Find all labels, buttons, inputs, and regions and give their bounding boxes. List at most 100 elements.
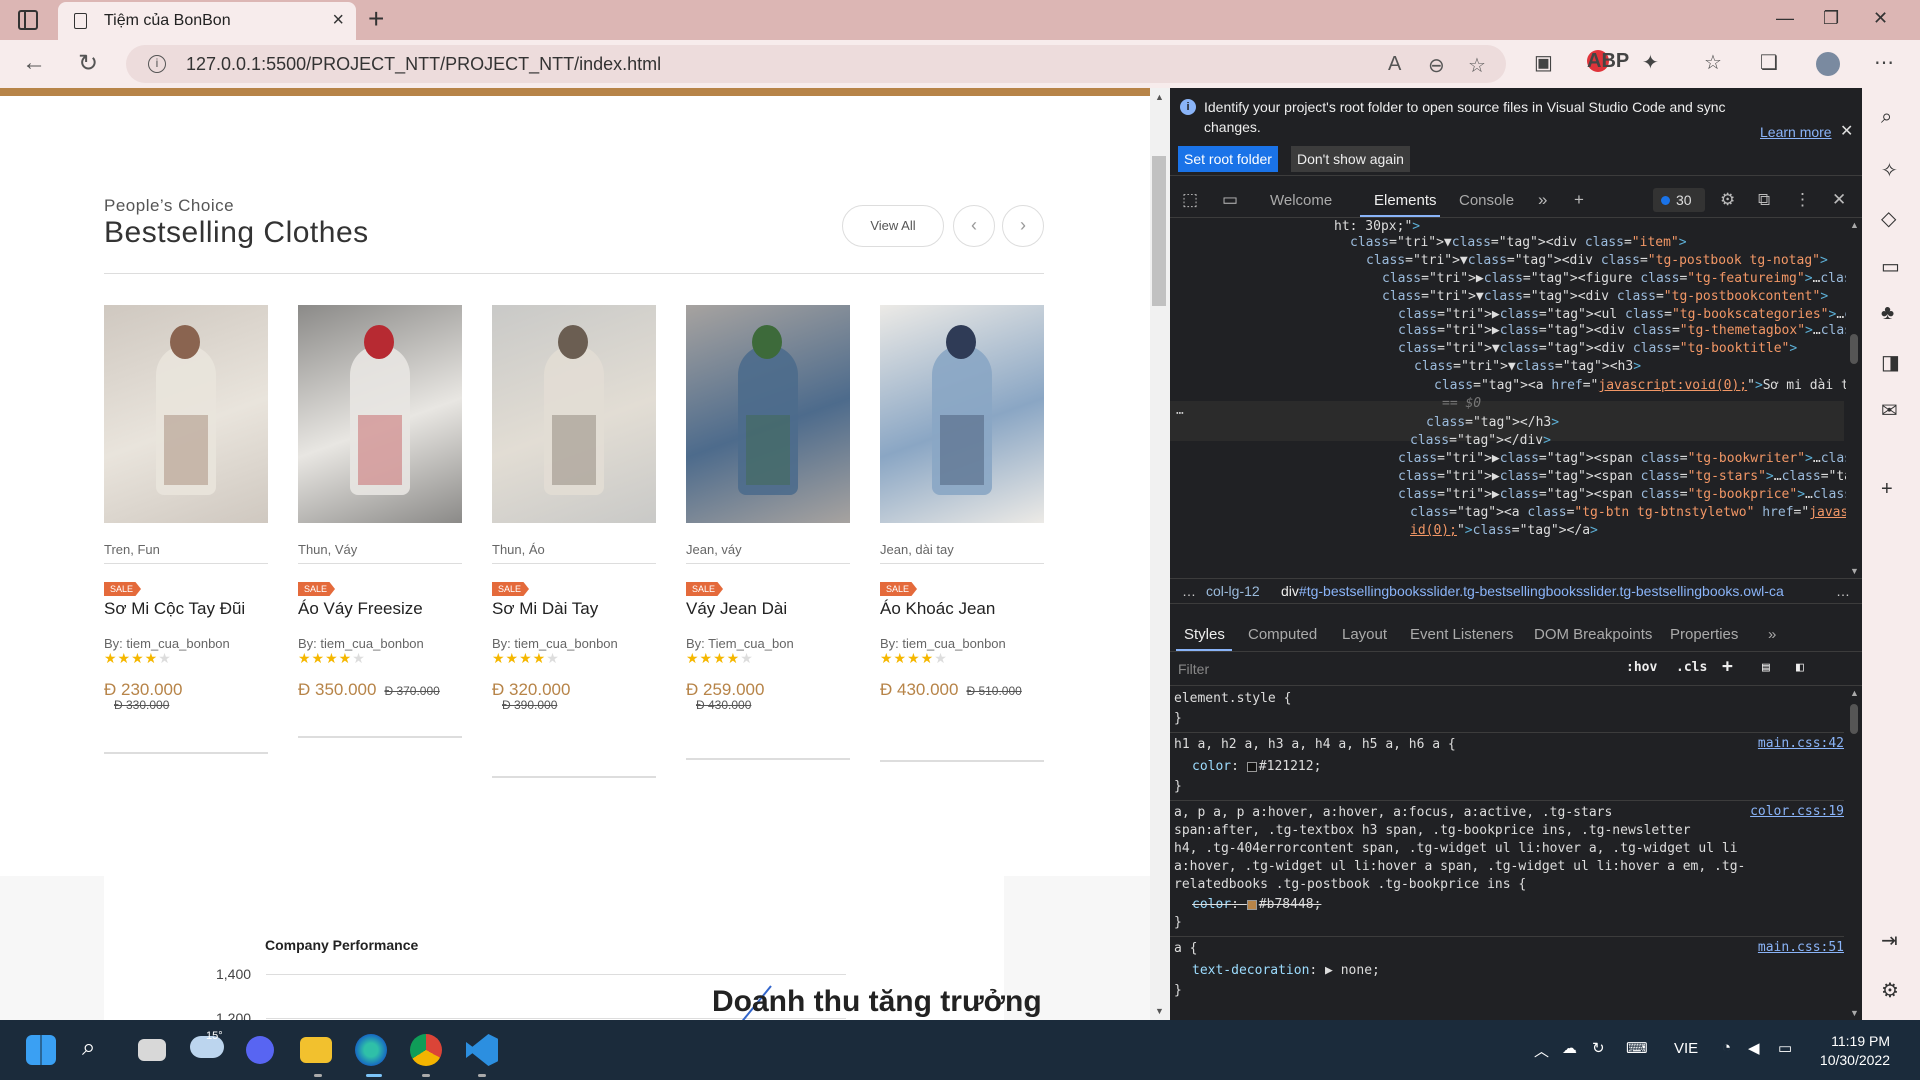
add-icon[interactable]: +	[1881, 478, 1893, 501]
edge-browser-icon[interactable]	[355, 1034, 387, 1066]
filter-input[interactable]: Filter	[1178, 661, 1209, 677]
rule2-declaration[interactable]: color: #b78448;	[1192, 896, 1321, 914]
product-name[interactable]: Sơ Mi Cộc Tay Đũi	[104, 599, 245, 619]
battery-icon[interactable]: ▭	[1778, 1039, 1792, 1057]
tab-welcome[interactable]: Welcome	[1270, 192, 1332, 209]
favorites-icon[interactable]: ☆	[1704, 50, 1722, 75]
dom-scrollbar[interactable]: ▲ ▼	[1846, 218, 1862, 578]
zoom-icon[interactable]: ⊖	[1428, 53, 1445, 78]
file-explorer-icon[interactable]	[300, 1037, 332, 1063]
clock[interactable]: 11:19 PM 10/30/2022	[1820, 1032, 1890, 1070]
dom-node-line[interactable]: class="tri">▶class="tag"><span class="tg…	[1398, 450, 1862, 468]
tab-close-icon[interactable]: ×	[332, 9, 344, 32]
tab-console[interactable]: Console	[1459, 192, 1514, 209]
dom-node-line[interactable]: class="tag"></h3>	[1426, 414, 1559, 432]
more-menu-icon[interactable]: ⋯	[1874, 50, 1894, 75]
close-devtools-icon[interactable]: ✕	[1832, 190, 1846, 210]
dom-node-line[interactable]: class="tri">▶class="tag"><figure class="…	[1382, 270, 1862, 288]
rule2-selector[interactable]: span:after, .tg-textbox h3 span, .tg-boo…	[1174, 822, 1691, 840]
dock-icon[interactable]: ⧉	[1758, 190, 1770, 210]
wifi-icon[interactable]: ◔	[1722, 1039, 1731, 1056]
set-root-folder-button[interactable]: Set root folder	[1178, 146, 1278, 172]
prev-arrow-button[interactable]: ‹	[953, 205, 995, 247]
reload-icon[interactable]: ↻	[78, 49, 98, 78]
settings-gear-icon[interactable]: ⚙	[1881, 978, 1899, 1003]
breadcrumb-more[interactable]: …	[1836, 583, 1850, 599]
color-swatch[interactable]	[1246, 761, 1257, 772]
hover-state-toggle[interactable]: :hov	[1626, 660, 1657, 675]
back-icon[interactable]: ←	[22, 49, 46, 77]
product-name[interactable]: Áo Váy Freesize	[298, 599, 423, 619]
view-all-button[interactable]: View All	[842, 205, 944, 247]
new-rule-icon[interactable]: +	[1722, 656, 1733, 677]
product-image[interactable]	[686, 305, 850, 523]
dom-node-line[interactable]: class="tag"><a class="tg-btn tg-btnstyle…	[1410, 504, 1862, 522]
paint-icon[interactable]: ▤	[1762, 660, 1770, 675]
adblock-icon[interactable]: ABP	[1587, 50, 1629, 72]
tab-properties[interactable]: Properties	[1670, 626, 1738, 643]
dom-node-line[interactable]: class="tri">▼class="tag"><div class="tg-…	[1366, 252, 1828, 270]
color-swatch[interactable]	[1246, 899, 1257, 910]
dom-node-line[interactable]: class="tri">▼class="tag"><h3>	[1414, 358, 1641, 376]
dom-node-line[interactable]: class="tri">▶class="tag"><span class="tg…	[1398, 468, 1862, 486]
tab-computed[interactable]: Computed	[1248, 626, 1317, 643]
product-image[interactable]	[880, 305, 1044, 523]
favorite-add-icon[interactable]: ☆	[1468, 53, 1486, 78]
more-options-icon[interactable]: ⋮	[1794, 190, 1811, 210]
dom-node-line[interactable]: == $0	[1442, 395, 1481, 413]
rule3-selector[interactable]: a {	[1174, 940, 1197, 958]
dom-node-line[interactable]: class="tri">▶class="tag"><div class="tg-…	[1398, 322, 1862, 340]
hide-sidebar-icon[interactable]: ⇥	[1881, 928, 1898, 953]
sync-icon[interactable]: ↻	[1592, 1039, 1605, 1057]
product-name[interactable]: Sơ Mi Dài Tay	[492, 599, 598, 619]
breadcrumb-col[interactable]: col-lg-12	[1206, 583, 1260, 599]
add-tab-icon[interactable]: +	[1574, 190, 1584, 210]
scroll-up-icon[interactable]: ▲	[1155, 92, 1164, 102]
styles-scrollbar[interactable]: ▲ ▼	[1846, 686, 1862, 1020]
learn-more-link[interactable]: Learn more	[1760, 124, 1832, 140]
new-tab-icon[interactable]: +	[368, 4, 384, 34]
dom-node-line[interactable]: class="tri">▶class="tag"><span class="tg…	[1398, 486, 1862, 504]
scroll-up-icon[interactable]: ▲	[1850, 220, 1859, 230]
breadcrumb-slider[interactable]: div#tg-bestsellingbooksslider.tg-bestsel…	[1281, 583, 1784, 599]
read-aloud-icon[interactable]: A	[1388, 53, 1401, 76]
extensions-icon[interactable]: ✦	[1642, 50, 1659, 75]
scroll-down-icon[interactable]: ▼	[1850, 566, 1859, 576]
close-window-icon[interactable]: ✕	[1873, 8, 1888, 29]
scrollbar-thumb[interactable]	[1850, 334, 1858, 364]
scrollbar-thumb[interactable]	[1152, 156, 1166, 306]
breadcrumb-ellipsis[interactable]: …	[1182, 583, 1196, 599]
tab-layout[interactable]: Layout	[1342, 626, 1387, 643]
rule1-declaration[interactable]: color: #121212;	[1192, 758, 1321, 776]
dom-node-line[interactable]: class="tag"></div>	[1410, 432, 1551, 450]
tab-event-listeners[interactable]: Event Listeners	[1410, 626, 1513, 643]
rule2-source-link[interactable]: color.css:19	[1750, 804, 1844, 819]
scroll-up-icon[interactable]: ▲	[1850, 688, 1859, 698]
product-name[interactable]: Áo Khoác Jean	[880, 599, 995, 619]
shopping-icon[interactable]: ◇	[1881, 206, 1896, 231]
product-name[interactable]: Váy Jean Dài	[686, 599, 787, 619]
tab-dom-breakpoints[interactable]: DOM Breakpoints	[1534, 626, 1652, 643]
node-actions-icon[interactable]: ⋯	[1176, 406, 1184, 421]
rule3-source-link[interactable]: main.css:51	[1758, 940, 1844, 955]
scroll-down-icon[interactable]: ▼	[1850, 1008, 1859, 1018]
product-category[interactable]: Thun, Váy	[298, 542, 357, 557]
extension-icon[interactable]: ▣	[1534, 50, 1553, 75]
scroll-down-icon[interactable]: ▼	[1155, 1006, 1164, 1016]
task-view-icon[interactable]	[138, 1039, 166, 1061]
rule2-selector[interactable]: a:hover, .tg-widget ul li:hover a span, …	[1174, 858, 1745, 876]
language-indicator[interactable]: VIE	[1674, 1040, 1698, 1057]
device-toolbar-icon[interactable]: ▭	[1222, 190, 1238, 210]
tab-elements[interactable]: Elements	[1374, 192, 1437, 209]
more-tabs-icon[interactable]: »	[1538, 190, 1547, 210]
product-category[interactable]: Thun, Áo	[492, 542, 545, 557]
volume-icon[interactable]: ◀	[1748, 1039, 1760, 1057]
dom-node-line[interactable]: class="tri">▼class="tag"><div class="ite…	[1350, 234, 1687, 252]
dom-node-line[interactable]: class="tri">▼class="tag"><div class="tg-…	[1398, 340, 1797, 358]
chrome-icon[interactable]	[410, 1034, 442, 1066]
vscode-icon[interactable]	[466, 1034, 498, 1066]
sidebar-toggle-icon[interactable]	[18, 10, 38, 30]
more-tabs-icon[interactable]: »	[1768, 626, 1776, 643]
games-icon[interactable]: ♣	[1881, 302, 1894, 325]
tools-icon[interactable]: ▭	[1881, 254, 1900, 279]
